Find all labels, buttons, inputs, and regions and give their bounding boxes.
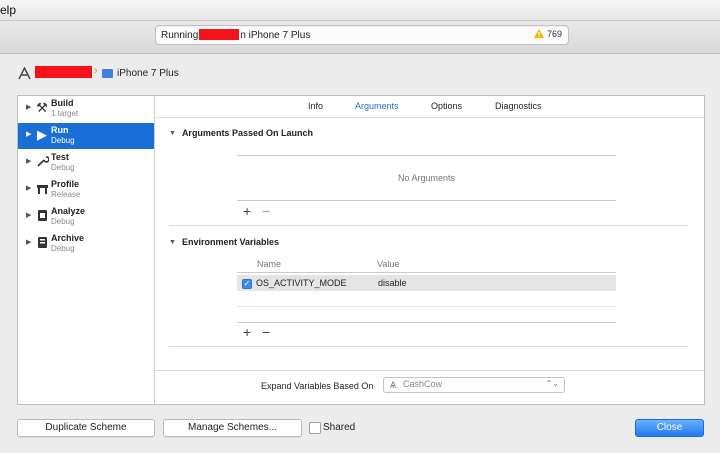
table-row[interactable]: ✓ OS_ACTIVITY_MODE disable (237, 275, 616, 291)
activity-status: Running n iPhone 7 Plus (161, 29, 310, 41)
tab-options[interactable]: Options (431, 101, 462, 111)
add-env-variable-button[interactable]: + (243, 325, 251, 339)
expand-variables-value: CashCow (403, 379, 443, 389)
hammer-icon: ⚒ (36, 100, 48, 115)
play-icon: ▶ (37, 127, 47, 142)
sidebar-item-label: Analyze (51, 206, 86, 216)
scheme-action-sidebar: ▶ ⚒ Build 1 target ▶ ▶ Run Debug ▶ Test … (18, 96, 155, 404)
expand-variables-label: Expand Variables Based On (261, 381, 374, 391)
arguments-list-top-border (237, 155, 616, 156)
sidebar-item-label: Archive (51, 233, 85, 243)
warning-icon[interactable] (534, 29, 544, 38)
sidebar-item-label: Profile (51, 179, 80, 189)
instruments-icon-graphic (36, 185, 48, 194)
arguments-section-title: Arguments Passed On Launch (181, 128, 313, 138)
sidebar-item-label: Test (51, 152, 69, 162)
disclosure-triangle-icon[interactable]: ▶ (26, 184, 31, 192)
environment-section-divider (169, 346, 688, 347)
duplicate-scheme-button[interactable]: Duplicate Scheme (17, 419, 155, 437)
activity-viewer: Running n iPhone 7 Plus 769 (155, 25, 569, 45)
sidebar-item-label: Build (51, 98, 74, 108)
sidebar-item-label: Run (51, 125, 69, 135)
sidebar-item-archive[interactable]: ▶ Archive Debug (18, 231, 154, 257)
env-list-top-border (237, 272, 616, 273)
env-list-bottom-border (237, 322, 616, 323)
sidebar-item-test[interactable]: ▶ Test Debug (18, 150, 154, 176)
sidebar-item-sublabel: Debug (51, 244, 75, 253)
menu-bar: elp (0, 0, 720, 21)
env-enabled-checkbox[interactable]: ✓ (242, 279, 252, 289)
disclosure-triangle-icon[interactable]: ▶ (26, 238, 31, 246)
expand-variables-select[interactable]: Ѧ CashCow ⌃⌄ (383, 377, 565, 393)
remove-argument-button[interactable]: − (262, 204, 270, 218)
env-variable-name[interactable]: OS_ACTIVITY_MODE (256, 278, 347, 288)
no-arguments-placeholder: No Arguments (398, 173, 456, 183)
add-argument-button[interactable]: + (243, 204, 251, 218)
disclosure-down-icon[interactable]: ▼ (169, 239, 176, 246)
analyze-icon-graphic (37, 210, 47, 221)
manage-schemes-button[interactable]: Manage Schemes... (163, 419, 302, 437)
help-menu[interactable]: elp (0, 3, 16, 17)
archive-icon (35, 236, 49, 250)
tab-bar: Info Arguments Options Diagnostics (155, 96, 704, 118)
archive-icon-graphic (37, 237, 47, 248)
app-target-icon: Ѧ (390, 380, 397, 390)
sidebar-item-build[interactable]: ▶ ⚒ Build 1 target (18, 96, 154, 122)
disclosure-down-icon[interactable]: ▼ (169, 130, 176, 137)
disclosure-triangle-icon[interactable]: ▶ (26, 211, 31, 219)
environment-section-header[interactable]: ▼ Environment Variables (169, 237, 279, 247)
arguments-section-divider (169, 225, 688, 226)
run-action-pane: Info Arguments Options Diagnostics ▼ Argu… (155, 96, 704, 404)
updown-chevron-icon: ⌃⌄ (545, 379, 559, 388)
sidebar-item-analyze[interactable]: ▶ Analyze Debug (18, 204, 154, 230)
sidebar-item-run[interactable]: ▶ ▶ Run Debug (18, 123, 154, 149)
device-icon[interactable] (102, 69, 113, 78)
sidebar-item-profile[interactable]: ▶ Profile Release (18, 177, 154, 203)
warning-count[interactable]: 769 (547, 29, 562, 39)
activity-running-suffix: n iPhone 7 Plus (240, 30, 311, 41)
env-column-name[interactable]: Name (257, 259, 281, 269)
pane-footer-divider (155, 370, 704, 371)
close-button[interactable]: Close (635, 419, 704, 437)
sidebar-item-sublabel: Release (51, 190, 81, 199)
shared-checkbox[interactable] (309, 422, 321, 434)
disclosure-triangle-icon[interactable]: ▶ (26, 130, 31, 138)
arguments-section-header[interactable]: ▼ Arguments Passed On Launch (169, 128, 313, 138)
sidebar-item-sublabel: Debug (51, 136, 75, 145)
sidebar-item-sublabel: Debug (51, 217, 75, 226)
redacted-block (199, 29, 240, 40)
sidebar-item-sublabel: 1 target (51, 109, 79, 118)
arguments-list-bottom-border (237, 200, 616, 201)
shared-label[interactable]: Shared (323, 422, 355, 433)
app-icon[interactable] (18, 67, 31, 80)
chevron-right-icon: › (94, 65, 98, 77)
tab-info[interactable]: Info (308, 101, 323, 111)
tab-arguments[interactable]: Arguments (355, 101, 399, 111)
activity-running-prefix: Running (161, 30, 199, 41)
redacted-scheme-name[interactable] (35, 66, 92, 78)
env-list-row-separator (237, 306, 616, 307)
disclosure-triangle-icon[interactable]: ▶ (26, 103, 31, 111)
instruments-icon (35, 182, 49, 196)
scheme-editor-dialog: ▶ ⚒ Build 1 target ▶ ▶ Run Debug ▶ Test … (17, 95, 705, 405)
disclosure-triangle-icon[interactable]: ▶ (26, 157, 31, 165)
environment-section-title: Environment Variables (181, 237, 279, 247)
sidebar-item-sublabel: Debug (51, 163, 75, 172)
device-label[interactable]: iPhone 7 Plus (117, 68, 179, 79)
wrench-icon (35, 155, 50, 169)
wrench-icon-graphic (36, 156, 50, 167)
analyze-icon (35, 209, 49, 223)
remove-env-variable-button[interactable]: − (262, 325, 270, 339)
tab-diagnostics[interactable]: Diagnostics (495, 101, 542, 111)
env-column-value[interactable]: Value (377, 259, 399, 269)
env-variable-value[interactable]: disable (378, 278, 407, 288)
